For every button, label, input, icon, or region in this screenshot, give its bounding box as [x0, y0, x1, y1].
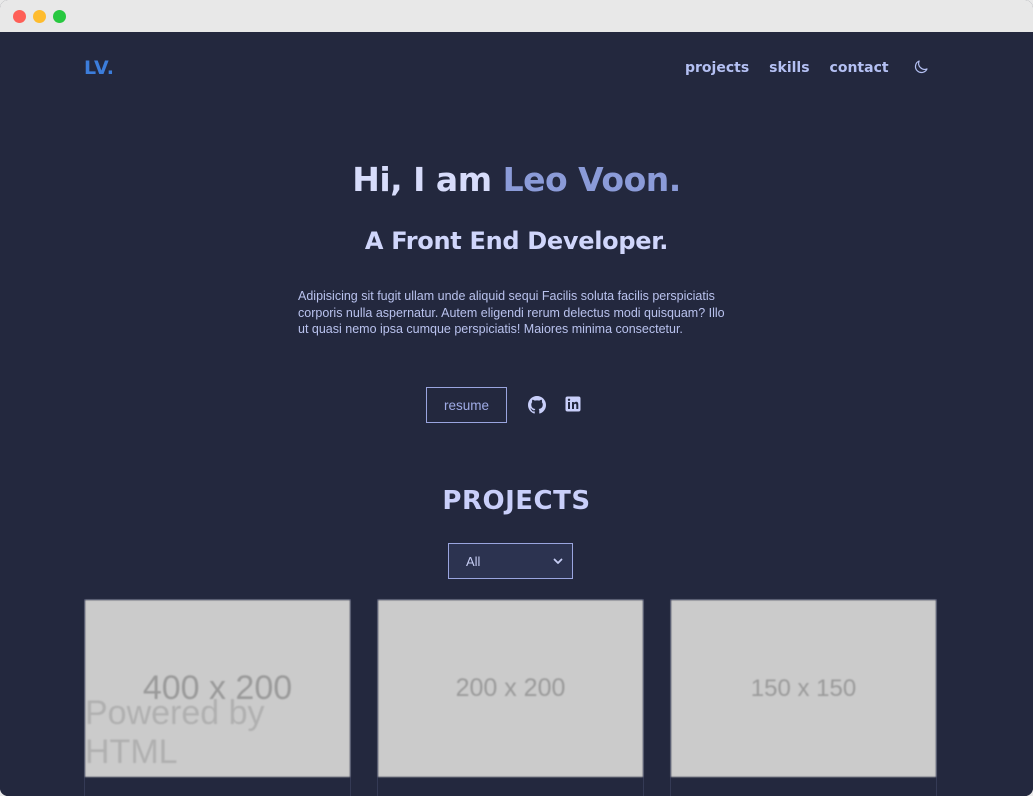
projects-heading: PROJECTS [442, 486, 591, 516]
project-card[interactable]: 150 x 150 [670, 599, 937, 796]
linkedin-link[interactable] [565, 396, 583, 414]
project-thumbnail: 200 x 200 [378, 600, 643, 777]
project-card[interactable]: 400 x 200 Powered by HTML [84, 599, 351, 796]
theme-toggle-button[interactable] [912, 58, 930, 76]
hero-name: Leo Voon. [502, 160, 682, 199]
powered-by-text: Powered by HTML [85, 694, 265, 771]
maximize-window-button[interactable] [53, 10, 66, 23]
hero-title: Hi, I am Leo Voon. [0, 160, 1033, 199]
resume-button[interactable]: resume [426, 387, 507, 423]
close-window-button[interactable] [13, 10, 26, 23]
project-card[interactable]: 200 x 200 [377, 599, 644, 796]
filter-selected-value: All [466, 553, 481, 569]
main-nav: projects skills contact [685, 60, 909, 76]
site-logo[interactable]: LV. [84, 57, 114, 79]
project-thumbnail: 150 x 150 [671, 600, 936, 777]
github-icon [528, 396, 546, 414]
chevron-down-icon [553, 558, 563, 564]
hero-subtitle: A Front End Developer. [364, 227, 669, 255]
linkedin-icon [565, 396, 581, 412]
thumbnail-placeholder-text: 150 x 150 [750, 674, 857, 702]
nav-link-projects[interactable]: projects [685, 60, 749, 76]
minimize-window-button[interactable] [33, 10, 46, 23]
hero-description: Adipisicing sit fugit ullam unde aliquid… [298, 289, 725, 336]
page-content: LV. projects skills contact Hi, I am Leo… [0, 32, 1033, 796]
moon-icon [914, 60, 928, 74]
project-filter-select[interactable]: All [448, 543, 573, 579]
github-link[interactable] [528, 396, 546, 414]
project-thumbnail: 400 x 200 Powered by HTML [85, 600, 350, 777]
hero-greeting: Hi, I am [352, 160, 492, 199]
thumbnail-placeholder-text: 200 x 200 [455, 674, 566, 702]
window-titlebar [0, 0, 1033, 32]
nav-link-skills[interactable]: skills [769, 60, 809, 76]
nav-link-contact[interactable]: contact [830, 60, 889, 76]
browser-window: LV. projects skills contact Hi, I am Leo… [0, 0, 1033, 796]
